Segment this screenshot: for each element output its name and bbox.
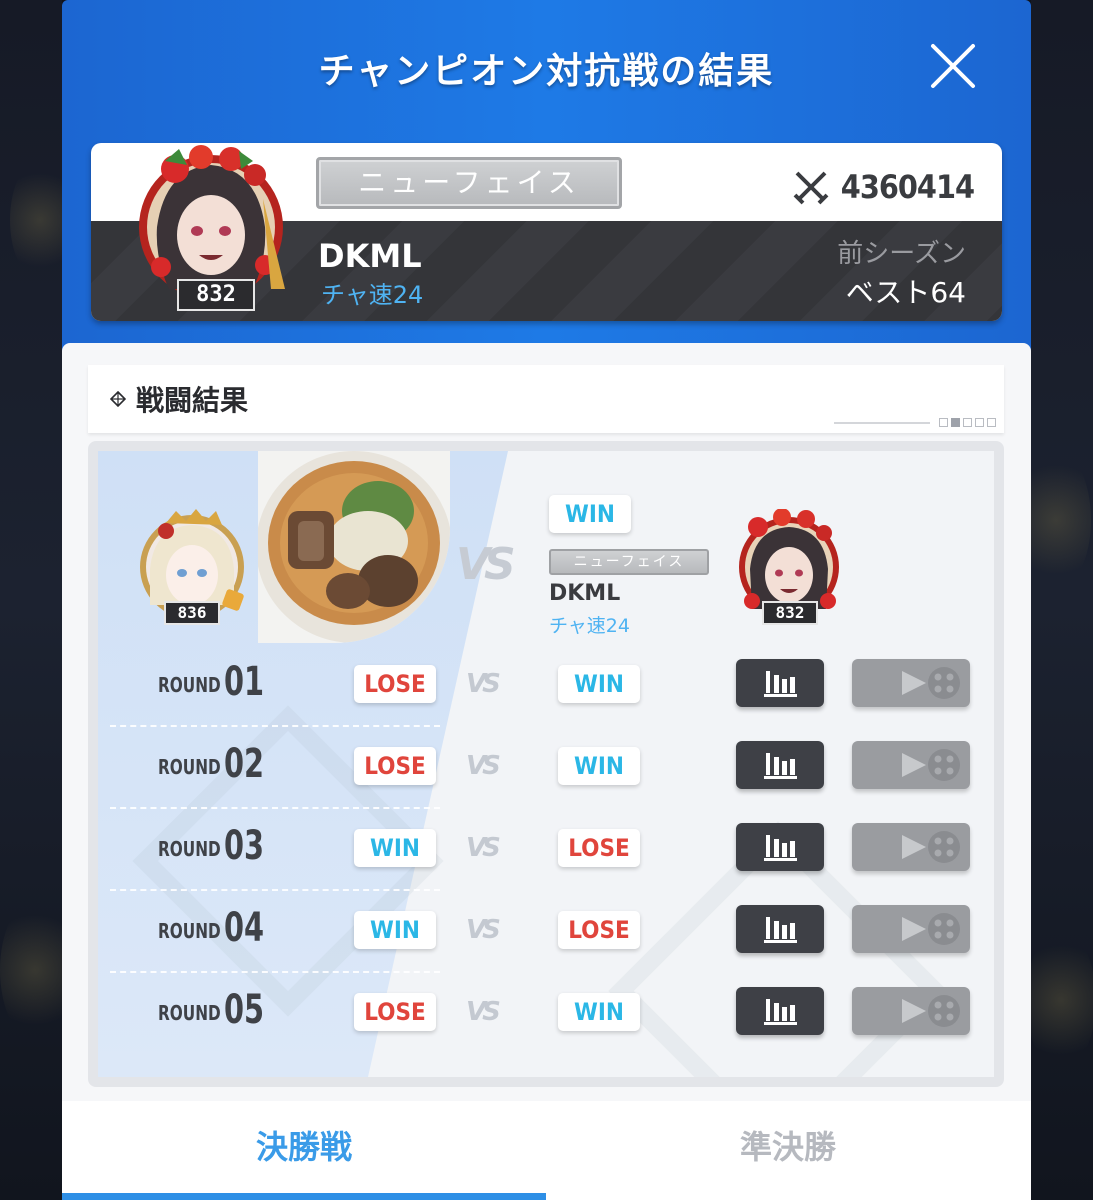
tab-final-underline xyxy=(62,1193,546,1200)
vs-label-large: VS xyxy=(456,539,516,590)
round-label: ROUND xyxy=(158,919,221,943)
battle-stats-button[interactable] xyxy=(736,741,824,789)
play-film-icon xyxy=(902,995,960,1027)
round-my-result: LOSE xyxy=(558,911,640,949)
opponent-avatar: 836 xyxy=(136,509,254,629)
battle-stats-button[interactable] xyxy=(736,987,824,1035)
dialog-header: チャンピオン対抗戦の結果 xyxy=(62,30,1031,114)
replay-button[interactable] xyxy=(852,659,970,707)
round-number: 01 xyxy=(224,659,265,705)
round-opponent-result: WIN xyxy=(354,911,436,949)
close-button[interactable] xyxy=(927,40,979,92)
round-number: 02 xyxy=(224,741,265,787)
section-decoration xyxy=(834,418,996,427)
round-opponent-result: LOSE xyxy=(354,747,436,785)
round-label: ROUND xyxy=(158,1001,221,1025)
bar-chart-icon xyxy=(764,753,797,779)
section-header: 戦闘結果 xyxy=(88,365,1004,433)
section-title: 戦闘結果 xyxy=(136,384,249,417)
previous-season-label: 前シーズン xyxy=(837,239,966,269)
player-profile-card: 832 ニューフェイス 4360414 DKML チャ速24 前シーズン ベスト… xyxy=(91,143,1002,321)
round-opponent-result: WIN xyxy=(354,829,436,867)
player-avatar: 832 xyxy=(135,143,287,317)
tab-semifinal[interactable]: 準決勝 xyxy=(546,1101,1030,1200)
me-guild: チャ速24 xyxy=(549,615,630,637)
battle-stats-button[interactable] xyxy=(736,659,824,707)
replay-button[interactable] xyxy=(852,905,970,953)
bar-chart-icon xyxy=(764,917,797,943)
bar-chart-icon xyxy=(764,835,797,861)
round-number: 05 xyxy=(224,987,265,1033)
battle-box: 836 VS WIN ニューフェイス DKML チャ速24 832 ROUND … xyxy=(88,441,1004,1087)
round-label: ROUND xyxy=(158,837,221,861)
results-dialog: チャンピオン対抗戦の結果 832 ニューフェイス 4360414 DKML チャ… xyxy=(62,0,1031,1200)
tab-semifinal-label: 準決勝 xyxy=(739,1128,836,1166)
play-film-icon xyxy=(902,667,960,699)
round-label: ROUND xyxy=(158,755,221,779)
me-name: DKML xyxy=(549,581,621,606)
replay-button[interactable] xyxy=(852,987,970,1035)
round-number: 04 xyxy=(224,905,265,951)
round-vs-label: VS xyxy=(466,997,501,1027)
round-row: ROUND 04 WIN VS LOSE xyxy=(110,891,982,973)
tab-final[interactable]: 決勝戦 xyxy=(62,1101,546,1200)
round-vs-label: VS xyxy=(466,833,501,863)
player-title-badge: ニューフェイス xyxy=(316,157,622,209)
round-row: ROUND 01 LOSE VS WIN xyxy=(110,645,982,727)
battle-inner: 836 VS WIN ニューフェイス DKML チャ速24 832 ROUND … xyxy=(98,451,994,1077)
battle-results-panel: 戦闘結果 836 VS WIN ニューフェイス DKML チャ速24 832 R… xyxy=(62,343,1031,1200)
round-my-result: LOSE xyxy=(558,829,640,867)
crossed-swords-icon xyxy=(793,171,829,205)
combat-power: 4360414 xyxy=(793,167,975,207)
round-opponent-result: LOSE xyxy=(354,993,436,1031)
battle-stats-button[interactable] xyxy=(736,823,824,871)
round-vs-label: VS xyxy=(466,669,501,699)
tab-final-label: 決勝戦 xyxy=(255,1128,352,1166)
player-level-badge: 832 xyxy=(177,279,255,311)
round-my-result: WIN xyxy=(558,747,640,785)
background-right xyxy=(1021,0,1093,1200)
me-level-badge: 832 xyxy=(762,601,818,625)
replay-button[interactable] xyxy=(852,823,970,871)
round-row: ROUND 05 LOSE VS WIN xyxy=(110,973,982,1055)
round-my-result: WIN xyxy=(558,993,640,1031)
round-vs-label: VS xyxy=(466,751,501,781)
diamond-bullet-icon xyxy=(110,391,126,407)
background-left xyxy=(0,0,70,1200)
me-title-badge: ニューフェイス xyxy=(549,549,709,575)
play-film-icon xyxy=(902,831,960,863)
dialog-title: チャンピオン対抗戦の結果 xyxy=(318,51,775,92)
combat-power-value: 4360414 xyxy=(840,168,975,206)
battle-stats-button[interactable] xyxy=(736,905,824,953)
play-film-icon xyxy=(902,913,960,945)
round-vs-label: VS xyxy=(466,915,501,945)
round-row: ROUND 02 LOSE VS WIN xyxy=(110,727,982,809)
round-label: ROUND xyxy=(158,673,221,697)
replay-button[interactable] xyxy=(852,741,970,789)
stage-tabs: 決勝戦 準決勝 xyxy=(62,1101,1031,1200)
player-name: DKML xyxy=(318,237,422,275)
player-guild: チャ速24 xyxy=(321,281,424,309)
bar-chart-icon xyxy=(764,671,797,697)
bar-chart-icon xyxy=(764,999,797,1025)
round-number: 03 xyxy=(224,823,265,869)
close-icon xyxy=(931,44,975,88)
round-my-result: WIN xyxy=(558,665,640,703)
tab-semifinal-underline xyxy=(546,1193,1030,1200)
final-result-badge: WIN xyxy=(549,495,631,533)
play-film-icon xyxy=(902,749,960,781)
opponent-level-badge: 836 xyxy=(164,601,220,625)
me-avatar: 832 xyxy=(734,508,844,627)
round-row: ROUND 03 WIN VS LOSE xyxy=(110,809,982,891)
round-opponent-result: LOSE xyxy=(354,665,436,703)
previous-season-rank: ベスト64 xyxy=(845,276,966,309)
